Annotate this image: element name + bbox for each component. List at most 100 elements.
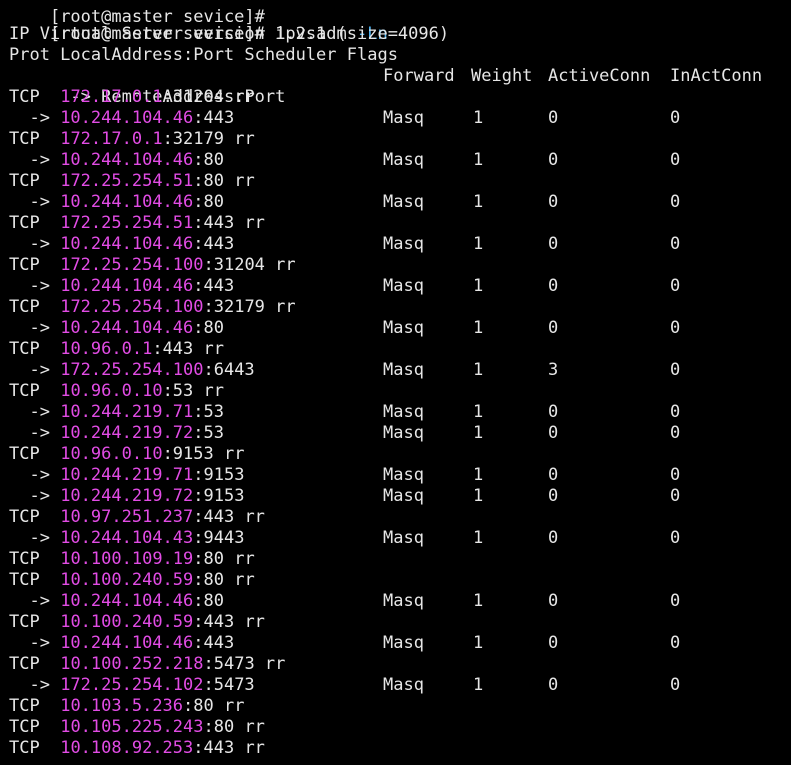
virtual-ip: 10.108.92.253: [60, 738, 194, 758]
real-server-port: :443: [193, 276, 235, 296]
forward-method: Masq: [383, 528, 424, 548]
weight-value: 1: [473, 465, 484, 485]
virtual-ip: 10.105.225.243: [60, 717, 204, 737]
virtual-ip: 10.96.0.1: [60, 339, 153, 359]
forward-method: Masq: [383, 675, 424, 695]
weight-header: Weight: [471, 66, 533, 86]
activeconn-value: 0: [548, 486, 559, 506]
real-server-port: :9153: [193, 486, 245, 506]
weight-value: 1: [473, 759, 483, 765]
protocol: TCP: [9, 129, 40, 149]
forward-method: Masq: [383, 465, 424, 485]
virtual-service-row: TCP 172.25.254.51:80 rr: [9, 171, 779, 192]
weight-value: 1: [473, 318, 484, 338]
activeconn-value: 0: [548, 465, 559, 485]
real-server-port: :80: [193, 591, 224, 611]
virtual-ip: 10.100.240.59: [60, 570, 194, 590]
virtual-service-row: TCP 10.100.240.59:80 rr: [9, 570, 779, 591]
activeconn-value: 0: [548, 150, 559, 170]
inactconn-value: 0: [670, 423, 681, 443]
protocol: TCP: [9, 612, 40, 632]
port-scheduler: :443 rr: [193, 213, 265, 233]
terminal-window[interactable]: [root@master sevice]# [root@master sevic…: [0, 0, 791, 765]
real-server-port: :53: [193, 402, 224, 422]
real-server-row: -> 10.244.104.46:443 Masq 1 0 0: [9, 276, 681, 296]
column-header-line: Prot LocalAddress:Port Scheduler Flags: [9, 45, 398, 65]
port-scheduler: :32179 rr: [162, 129, 255, 149]
protocol: TCP: [9, 696, 40, 716]
port-scheduler: :443 rr: [152, 339, 224, 359]
activeconn-value: 0: [548, 402, 559, 422]
inactconn-value: 0: [670, 402, 681, 422]
weight-value: 1: [473, 423, 484, 443]
command-line: [root@master sevice]# ipvsadm -Ln: [9, 3, 388, 44]
real-server-ip: 10.244.219.71: [60, 402, 194, 422]
real-server-row: -> 10.244.219.72:53 Masq 1 0 0: [9, 423, 681, 443]
port-scheduler: :80 rr: [203, 717, 265, 737]
virtual-ip: 172.25.254.100: [60, 297, 204, 317]
weight-value: 1: [473, 234, 484, 254]
forward-method: Masq: [383, 360, 424, 380]
activeconn-value: 0: [548, 108, 559, 128]
real-server-port: :5473: [203, 675, 255, 695]
weight-value: 1: [473, 360, 484, 380]
virtual-service-row: TCP 10.96.0.10:9153 rr: [9, 444, 779, 465]
forward-method: Masq: [383, 486, 424, 506]
weight-value: 1: [473, 192, 484, 212]
activeconn-value: 0: [548, 276, 559, 296]
port-scheduler: :80 rr: [193, 570, 255, 590]
protocol: TCP: [9, 570, 40, 590]
real-server-row: -> 10.244.104.43:9443 Masq 1 0 0: [9, 528, 681, 548]
port-scheduler: :31204 rr: [203, 255, 296, 275]
virtual-ip: 172.25.254.100: [60, 255, 204, 275]
activeconn-value: 0: [548, 234, 559, 254]
real-server-row: -> 10.244.104.46:443 Masq 1 0 0: [9, 234, 681, 254]
port-scheduler: :443 rr: [193, 507, 265, 527]
virtual-service-row: TCP 10.100.109.19:80 rr: [9, 549, 779, 570]
activeconn-value: 0: [548, 633, 559, 653]
inactconn-value: 0: [670, 234, 681, 254]
real-server-ip: 10.244.104.46: [60, 591, 194, 611]
real-server-ip: 10.244.104.46: [60, 759, 193, 765]
inactconn-value: 0: [670, 465, 681, 485]
real-server-port: :443: [193, 633, 235, 653]
virtual-service-row: TCP 172.25.254.51:443 rr: [9, 213, 779, 234]
real-server-row: -> 10.244.104.46:443 Masq 1 0 0: [9, 633, 681, 653]
real-server-ip: 10.244.219.72: [60, 486, 194, 506]
virtual-ip: 172.17.0.1: [60, 87, 163, 107]
protocol: TCP: [9, 549, 40, 569]
virtual-service-row: TCP 10.105.225.243:80 rr: [9, 717, 779, 738]
real-server-ip: 10.244.219.71: [60, 465, 194, 485]
virtual-service-row: TCP 10.97.251.237:443 rr: [9, 507, 779, 528]
protocol: TCP: [9, 87, 40, 107]
real-server-ip: 10.244.104.46: [60, 192, 194, 212]
virtual-service-row: TCP 10.96.0.1:443 rr: [9, 339, 779, 360]
protocol: TCP: [9, 507, 40, 527]
forward-method: Masq: [383, 234, 424, 254]
real-server-port: :443: [193, 108, 235, 128]
weight-value: 1: [473, 276, 484, 296]
protocol: TCP: [9, 381, 40, 401]
inactconn-header: InActConn: [670, 66, 763, 86]
real-server-port: :53: [193, 423, 224, 443]
virtual-ip: 10.97.251.237: [60, 507, 194, 527]
inactconn-value: 0: [670, 360, 681, 380]
column-header-line-2: -> RemoteAddress:Port Forward Weight Act…: [9, 66, 779, 107]
port-scheduler: :80 rr: [183, 696, 245, 716]
forward-method: Masq: [383, 402, 424, 422]
inactconn-value: 0: [670, 150, 681, 170]
inactconn-value: 0: [670, 675, 681, 695]
real-server-ip: 10.244.219.72: [60, 423, 194, 443]
forward-method: Masq: [383, 192, 424, 212]
virtual-service-row: TCP 172.25.254.100:31204 rr: [9, 255, 779, 276]
real-server-row: -> 10.244.219.72:9153 Masq 1 0 0: [9, 486, 681, 506]
real-server-ip: 10.244.104.46: [60, 276, 194, 296]
virtual-ip: 172.25.254.51: [60, 213, 194, 233]
real-server-row: -> 10.244.104.46:80 Masq 1 0 0: [9, 192, 681, 212]
virtual-service-row: TCP 10.103.5.236:80 rr: [9, 696, 779, 717]
real-server-ip: 10.244.104.46: [60, 633, 194, 653]
weight-value: 1: [473, 150, 484, 170]
real-server-ip: 10.244.104.46: [60, 318, 194, 338]
forward-method: Masq: [383, 276, 424, 296]
virtual-service-row: TCP 172.17.0.1:31204 rr: [9, 87, 779, 108]
